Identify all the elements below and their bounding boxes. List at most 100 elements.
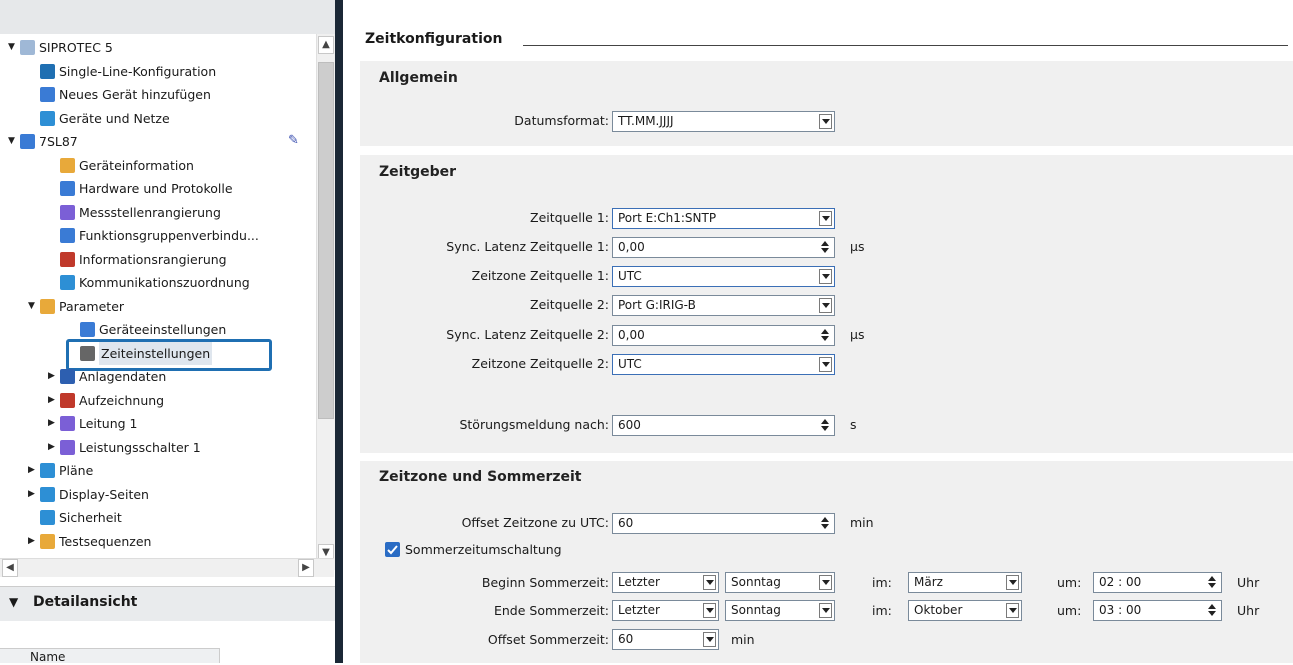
expand-arrow-icon[interactable]: ▼ (28, 295, 38, 318)
tree-item[interactable]: ▶ Leistungsschalter 1 (0, 436, 316, 459)
spinner-icon (1205, 574, 1219, 591)
tree-vertical-scrollbar[interactable]: ▲ ▼ (316, 34, 335, 570)
tree-item[interactable]: Funktionsgruppenverbindu... (0, 224, 316, 247)
latenz1-spinbox[interactable]: 0,00 (612, 237, 835, 258)
zeitquelle1-select[interactable]: Port E:Ch1:SNTP (612, 208, 835, 229)
beginn-sommerzeit-label: Beginn Sommerzeit: (481, 575, 609, 590)
offset-utc-label: Offset Zeitzone zu UTC: (461, 515, 609, 530)
tree-item[interactable]: Zeiteinstellungen (0, 338, 316, 371)
latenz2-spinbox[interactable]: 0,00 (612, 325, 835, 346)
tree-item[interactable]: Geräte und Netze (0, 107, 316, 130)
ende-time-spinbox[interactable]: 03 : 00 (1093, 600, 1222, 621)
beginn-month-select[interactable]: März (908, 572, 1022, 593)
beginn-time-spinbox[interactable]: 02 : 00 (1093, 572, 1222, 593)
tree-item[interactable]: Messstellenrangierung (0, 201, 316, 224)
tree-item[interactable]: ▶ Display-Seiten (0, 483, 316, 506)
zeitzone1-select[interactable]: UTC (612, 266, 835, 287)
tree-item-label: Neues Gerät hinzufügen (59, 87, 211, 102)
ende-week-select[interactable]: Letzter (612, 600, 719, 621)
time-configuration-editor: Zeitkonfiguration Allgemein Datumsformat… (343, 0, 1293, 663)
zeitzone2-select[interactable]: UTC (612, 354, 835, 375)
title-divider (523, 45, 1288, 46)
tree-item-label: Leitung 1 (79, 416, 138, 431)
section-zeitgeber: Zeitgeber Zeitquelle 1: Port E:Ch1:SNTP … (360, 155, 1293, 453)
tree-item[interactable]: ▶ Anlagendaten (0, 365, 316, 388)
collapse-arrow-icon[interactable]: ▶ (48, 389, 58, 412)
tree-node-icon (80, 322, 95, 337)
spinner-icon (818, 515, 832, 532)
tree-item[interactable]: Geräteeinstellungen (0, 318, 316, 341)
tree-item[interactable]: Geräteinformation (0, 154, 316, 177)
tree-item[interactable]: Neues Gerät hinzufügen (0, 83, 316, 106)
tree-item[interactable]: ▶ Aufzeichnung (0, 389, 316, 412)
chevron-down-icon (819, 211, 832, 226)
tree-item-label: SIPROTEC 5 (39, 40, 113, 55)
expand-arrow-icon[interactable]: ▼ (8, 36, 18, 59)
ende-day-select[interactable]: Sonntag (725, 600, 835, 621)
chevron-down-icon (819, 269, 832, 284)
beginn-week-select[interactable]: Letzter (612, 572, 719, 593)
chevron-down-icon (819, 603, 832, 618)
expand-arrow-icon[interactable]: ▼ (8, 130, 18, 153)
sommerzeit-checkbox[interactable] (385, 542, 400, 557)
panel-splitter[interactable] (335, 0, 343, 663)
tree-item-label: Geräteinformation (79, 157, 194, 173)
ende-month-select[interactable]: Oktober (908, 600, 1022, 621)
tree-item[interactable]: Informationsrangierung (0, 248, 316, 271)
tree-item[interactable]: Sicherheit (0, 506, 316, 529)
stoerungsmeldung-unit: s (850, 417, 857, 432)
tree-node-icon (60, 439, 75, 455)
latenz1-unit: µs (850, 239, 865, 254)
tree-item[interactable]: Single-Line-Konfiguration (0, 60, 316, 83)
tree-item-label: Pläne (59, 463, 94, 478)
collapse-arrow-icon[interactable]: ▶ (48, 365, 58, 388)
zeitquelle2-select[interactable]: Port G:IRIG-B (612, 295, 835, 316)
tree-horizontal-scrollbar[interactable]: ◀ ▶ (0, 558, 334, 577)
datumsformat-select[interactable]: TT.MM.JJJJ (612, 111, 835, 132)
tree-node-icon (60, 157, 75, 173)
collapse-arrow-icon[interactable]: ▶ (28, 483, 38, 506)
latenz1-label: Sync. Latenz Zeitquelle 1: (446, 239, 609, 254)
beginn-day-select[interactable]: Sonntag (725, 572, 835, 593)
tree-item[interactable]: ▶ Testsequenzen (0, 530, 316, 553)
chevron-down-icon (819, 357, 832, 372)
zeitzone2-label: Zeitzone Zeitquelle 2: (471, 356, 609, 371)
section-title: Zeitzone und Sommerzeit (379, 469, 582, 485)
tree-item-label: Kommunikationszuordnung (79, 275, 250, 290)
collapse-arrow-icon[interactable]: ▶ (48, 412, 58, 435)
tree-item-label: Informationsrangierung (79, 251, 227, 267)
collapse-arrow-icon[interactable]: ▶ (28, 530, 38, 553)
collapse-arrow-icon[interactable]: ▶ (28, 459, 38, 482)
beginn-uhr-label: Uhr (1237, 575, 1260, 590)
collapse-arrow-icon[interactable]: ▶ (48, 436, 58, 459)
detail-view-header[interactable]: ▼ Detailansicht (0, 586, 335, 622)
scroll-up-icon[interactable]: ▲ (318, 36, 334, 54)
scroll-thumb[interactable] (318, 62, 334, 419)
chevron-down-icon (819, 114, 832, 129)
name-column-header[interactable]: Name (0, 648, 220, 664)
section-zeitzone-sommerzeit: Zeitzone und Sommerzeit Offset Zeitzone … (360, 461, 1293, 663)
scroll-right-icon[interactable]: ▶ (298, 559, 314, 577)
scroll-left-icon[interactable]: ◀ (2, 559, 18, 577)
stoerungsmeldung-spinbox[interactable]: 600 (612, 415, 835, 436)
tree-item[interactable]: ▼ SIPROTEC 5 (0, 36, 316, 59)
tree-item[interactable]: ▶ Pläne (0, 459, 316, 482)
offset-sommerzeit-select[interactable]: 60 (612, 629, 719, 650)
checkmark-icon (387, 545, 398, 555)
tree-item[interactable]: ▼ Parameter (0, 295, 316, 318)
chevron-down-icon[interactable]: ▼ (9, 595, 18, 609)
offset-utc-unit: min (850, 515, 874, 530)
tree-item[interactable]: ▼ 7SL87 (0, 130, 316, 153)
sommerzeit-checkbox-label[interactable]: Sommerzeitumschaltung (405, 542, 562, 557)
tree-node-icon (60, 181, 75, 196)
tree-node-icon (60, 204, 75, 220)
tree-item[interactable]: Kommunikationszuordnung (0, 271, 316, 294)
tree-item-label: Parameter (59, 298, 125, 314)
tree-item-label: Messstellenrangierung (79, 204, 221, 220)
ende-um-label: um: (1057, 603, 1082, 618)
edit-pencil-icon[interactable]: ✎ (288, 133, 299, 148)
tree-item[interactable]: Hardware und Protokolle (0, 177, 316, 200)
tree-item[interactable]: ▶ Leitung 1 (0, 412, 316, 435)
offset-utc-spinbox[interactable]: 60 (612, 513, 835, 534)
beginn-im-label: im: (872, 575, 892, 590)
